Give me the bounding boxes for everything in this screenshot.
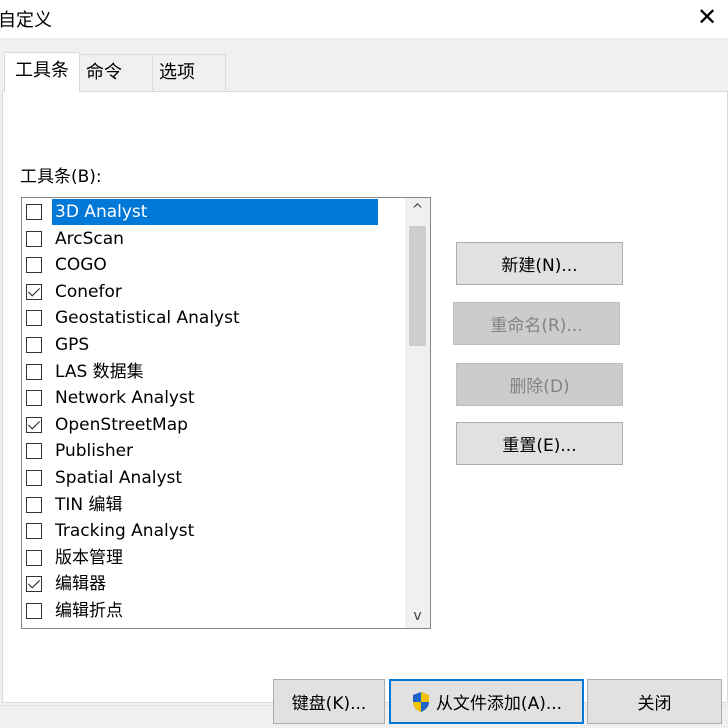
list-item-label: Conefor	[55, 281, 122, 302]
list-item-label: Tracking Analyst	[55, 521, 195, 542]
list-item-label: 3D Analyst	[52, 199, 378, 225]
list-item-label: Geostatistical Analyst	[55, 308, 240, 329]
close-icon[interactable]: ✕	[692, 2, 722, 32]
list-item-label: Spatial Analyst	[55, 468, 183, 488]
tab-toolbars[interactable]: 工具条	[4, 52, 80, 92]
add-from-file-button[interactable]: 从文件添加(A)...	[389, 679, 584, 724]
checkbox[interactable]	[26, 603, 42, 619]
checkbox[interactable]	[26, 363, 42, 380]
list-item-label: ArcScan	[55, 228, 124, 249]
checkbox[interactable]	[26, 390, 42, 407]
shield-icon	[412, 691, 429, 712]
toolbars-listbox[interactable]: 3D Analyst ArcScan COGO Conefor Geostatistic…	[21, 197, 431, 629]
checkbox[interactable]	[26, 470, 42, 486]
list-item[interactable]: GPS	[22, 332, 402, 358]
list-item[interactable]: 编辑器	[22, 571, 402, 597]
list-item[interactable]: Network Analyst	[22, 385, 402, 411]
checkbox[interactable]	[26, 310, 42, 327]
checkbox[interactable]	[26, 496, 42, 513]
list-item[interactable]: Tracking Analyst	[22, 518, 402, 544]
new-button[interactable]: 新建(N)...	[456, 242, 623, 285]
checkbox-checked[interactable]	[26, 283, 42, 300]
list-item[interactable]: ArcScan	[22, 226, 402, 252]
rename-button[interactable]: 重命名(R)...	[453, 302, 620, 345]
list-item-label: 编辑折点	[55, 601, 123, 621]
delete-button[interactable]: 删除(D)	[456, 363, 623, 406]
list-item[interactable]: TIN 编辑	[22, 492, 402, 518]
list-item[interactable]: 3D Analyst	[22, 199, 402, 225]
checkbox[interactable]	[26, 523, 42, 540]
list-item-label: 编辑器	[55, 574, 106, 595]
title-bar: 自定义 ✕	[0, 0, 728, 38]
reset-button[interactable]: 重置(E)...	[456, 422, 623, 465]
scroll-down-icon[interactable]: v	[405, 604, 430, 628]
list-item[interactable]: COGO	[22, 252, 402, 278]
list-item-label: GPS	[55, 335, 90, 355]
list-item[interactable]: Publisher	[22, 438, 402, 464]
list-item[interactable]: OpenStreetMap	[22, 412, 402, 438]
checkbox[interactable]	[26, 204, 42, 220]
keyboard-button[interactable]: 键盘(K)...	[273, 679, 385, 724]
checkbox[interactable]	[26, 230, 42, 247]
list-item[interactable]: Conefor	[22, 279, 402, 305]
list-item[interactable]: Geostatistical Analyst	[22, 305, 402, 331]
close-button[interactable]: 关闭	[587, 679, 722, 724]
checkbox-checked[interactable]	[26, 416, 42, 433]
toolbars-list-label: 工具条(B):	[20, 167, 102, 187]
list-item-label: COGO	[55, 255, 107, 276]
scroll-thumb[interactable]	[409, 226, 426, 346]
checkbox[interactable]	[26, 337, 42, 353]
tab-commands[interactable]: 命令	[80, 54, 153, 90]
checkbox[interactable]	[26, 443, 42, 460]
checkbox[interactable]	[26, 257, 42, 274]
checkbox-checked[interactable]	[26, 576, 42, 593]
list-item-label: TIN 编辑	[55, 494, 123, 515]
dialog-body: 工具条 命令 选项 工具条(B): 3D Analyst ArcScan COGO C…	[0, 38, 728, 728]
list-item-label: 版本管理	[55, 547, 123, 568]
list-item[interactable]: Spatial Analyst	[22, 465, 402, 491]
list-item-label: OpenStreetMap	[55, 414, 188, 435]
scroll-up-icon[interactable]: ^	[405, 198, 430, 222]
list-item[interactable]: 编辑折点	[22, 598, 402, 624]
list-item-label: Network Analyst	[55, 388, 195, 409]
window-title: 自定义	[0, 10, 52, 31]
tab-panel-toolbars: 工具条(B): 3D Analyst ArcScan COGO Conefor Geos…	[2, 91, 728, 703]
list-item-label: Publisher	[55, 441, 134, 462]
add-from-file-label: 从文件添加(A)...	[435, 694, 563, 714]
listbox-scrollbar[interactable]: ^ v	[405, 198, 430, 628]
tab-options[interactable]: 选项	[153, 54, 226, 90]
checkbox[interactable]	[26, 549, 42, 566]
list-item[interactable]: 版本管理	[22, 545, 402, 571]
list-item[interactable]: LAS 数据集	[22, 359, 402, 385]
list-item-label: LAS 数据集	[55, 361, 144, 382]
